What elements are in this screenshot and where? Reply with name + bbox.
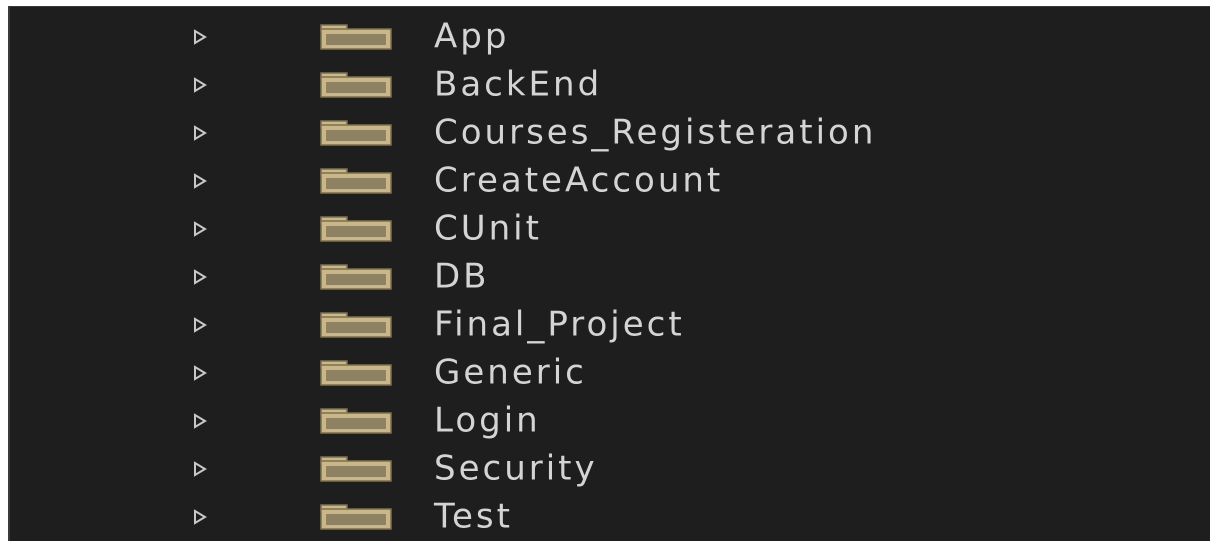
chevron-right-icon[interactable] (190, 27, 210, 47)
folder-icon (320, 312, 392, 338)
tree-item-final-project[interactable]: Final_Project (10, 301, 1210, 349)
folder-tree: App BackEnd Courses_Registeration Create… (10, 13, 1210, 541)
tree-item-label: CUnit (434, 208, 542, 249)
tree-item-cunit[interactable]: CUnit (10, 205, 1210, 253)
chevron-right-icon[interactable] (190, 171, 210, 191)
folder-icon (320, 408, 392, 434)
tree-item-label: Security (434, 448, 598, 489)
tree-item-generic[interactable]: Generic (10, 349, 1210, 397)
tree-item-app[interactable]: App (10, 13, 1210, 61)
tree-item-courses-registeration[interactable]: Courses_Registeration (10, 109, 1210, 157)
chevron-right-icon[interactable] (190, 75, 210, 95)
tree-item-label: Final_Project (434, 304, 685, 345)
tree-item-backend[interactable]: BackEnd (10, 61, 1210, 109)
tree-item-security[interactable]: Security (10, 445, 1210, 493)
tree-item-login[interactable]: Login (10, 397, 1210, 445)
chevron-right-icon[interactable] (190, 219, 210, 239)
tree-item-label: BackEnd (434, 64, 603, 105)
chevron-right-icon[interactable] (190, 363, 210, 383)
chevron-right-icon[interactable] (190, 459, 210, 479)
folder-icon (320, 72, 392, 98)
folder-icon (320, 120, 392, 146)
chevron-right-icon[interactable] (190, 267, 210, 287)
solution-explorer-panel: App BackEnd Courses_Registeration Create… (8, 6, 1210, 541)
tree-item-test[interactable]: Test (10, 493, 1210, 541)
folder-icon (320, 24, 392, 50)
folder-icon (320, 264, 392, 290)
tree-item-label: Login (434, 400, 541, 441)
tree-item-label: CreateAccount (434, 160, 724, 201)
tree-item-label: Generic (434, 352, 587, 393)
chevron-right-icon[interactable] (190, 507, 210, 527)
folder-icon (320, 504, 392, 530)
chevron-right-icon[interactable] (190, 411, 210, 431)
tree-item-db[interactable]: DB (10, 253, 1210, 301)
tree-item-label: Test (434, 496, 513, 537)
folder-icon (320, 456, 392, 482)
folder-icon (320, 168, 392, 194)
tree-item-label: DB (434, 256, 490, 297)
tree-item-label: Courses_Registeration (434, 112, 877, 153)
chevron-right-icon[interactable] (190, 315, 210, 335)
folder-icon (320, 216, 392, 242)
tree-item-label: App (434, 16, 510, 57)
folder-icon (320, 360, 392, 386)
chevron-right-icon[interactable] (190, 123, 210, 143)
tree-item-createaccount[interactable]: CreateAccount (10, 157, 1210, 205)
